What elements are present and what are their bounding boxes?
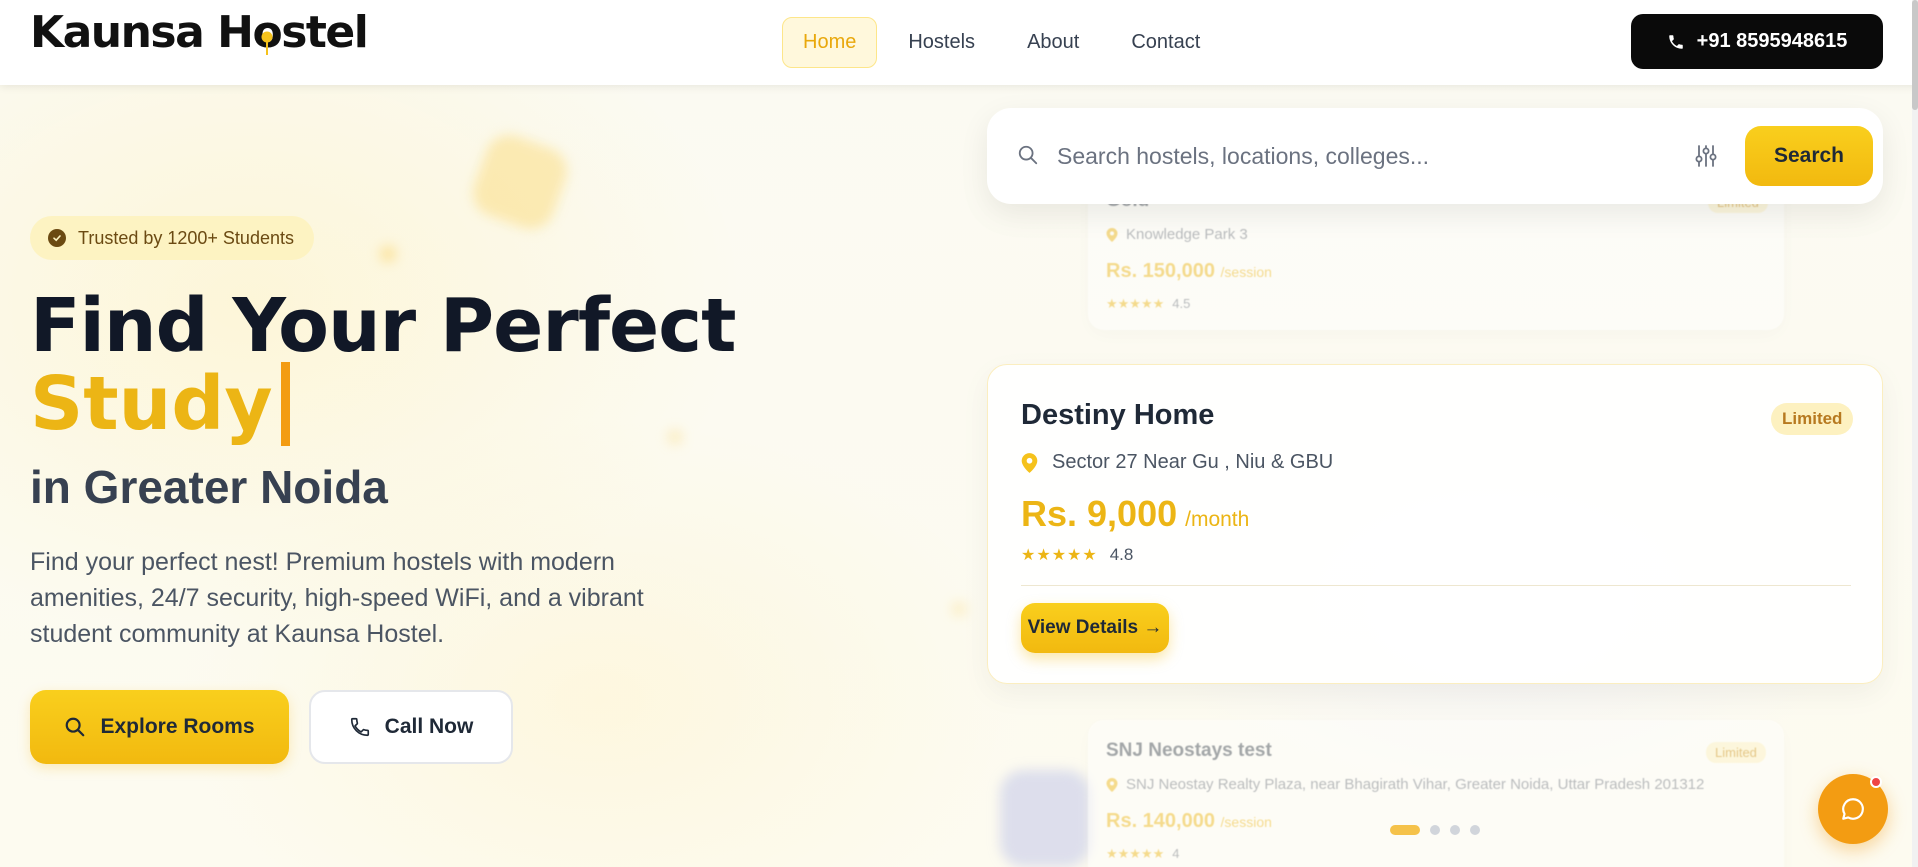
carousel-dot[interactable]: [1430, 825, 1440, 835]
hostel-card-rating-value: 4.8: [1109, 545, 1134, 564]
trust-badge: Trusted by 1200+ Students: [30, 216, 314, 260]
trust-badge-label: Trusted by 1200+ Students: [78, 227, 294, 248]
decorative-blob: [1000, 770, 1090, 867]
chat-button[interactable]: [1818, 774, 1888, 844]
star-icon: ★★★★★: [1021, 547, 1098, 564]
search-input[interactable]: [1057, 132, 1657, 180]
nav-item-contact[interactable]: Contact: [1110, 17, 1221, 68]
explore-rooms-button[interactable]: Explore Rooms: [30, 690, 289, 764]
hero-title: Find Your Perfect: [30, 283, 736, 369]
search-button[interactable]: Search: [1745, 126, 1873, 186]
hostel-card-location-text: Knowledge Park 3: [1126, 226, 1248, 243]
scrollbar-track[interactable]: [1912, 0, 1918, 867]
hostel-card-location: SNJ Neostay Realty Plaza, near Bhagirath…: [1106, 776, 1704, 793]
brand-logo[interactable]: Kaunsa Hostel: [30, 7, 369, 58]
nav-item-home[interactable]: Home: [782, 16, 878, 68]
sliders-icon[interactable]: [1695, 144, 1717, 173]
hostel-card-price: Rs. 150,000 /session: [1106, 260, 1272, 283]
search-icon: [1017, 144, 1039, 171]
hostel-card-price-value: Rs. 140,000: [1106, 810, 1215, 832]
hostel-card-location-text: SNJ Neostay Realty Plaza, near Bhagirath…: [1126, 776, 1705, 793]
nav-item-hostels[interactable]: Hostels: [887, 17, 996, 68]
decorative-blob: [380, 246, 396, 262]
map-pin-icon: [261, 31, 273, 55]
hero-word-text: Study: [30, 361, 273, 447]
carousel-dot[interactable]: [1470, 825, 1480, 835]
explore-rooms-label: Explore Rooms: [100, 715, 255, 738]
status-badge: Limited: [1706, 742, 1766, 763]
card-divider: [1021, 585, 1851, 586]
notification-dot: [1870, 776, 1882, 788]
hostel-card-title: Destiny Home: [1021, 399, 1215, 431]
map-pin-icon: [1021, 452, 1038, 473]
hostel-card-price-value: Rs. 9,000: [1021, 493, 1178, 534]
hostel-card-price-unit: /session: [1220, 264, 1272, 280]
call-now-label: Call Now: [384, 715, 474, 738]
phone-number: +91 8595948615: [1696, 30, 1848, 52]
hostel-card-location: Sector 27 Near Gu , Niu & GBU: [1021, 451, 1333, 474]
logo-o-pin: o: [252, 10, 282, 56]
map-pin-icon: [1106, 227, 1118, 242]
nav-item-about[interactable]: About: [1006, 17, 1100, 68]
logo-text-end: stel: [281, 7, 369, 58]
hostel-card-price-value: Rs. 150,000: [1106, 260, 1215, 282]
hostel-card-rating: ★★★★★ 4: [1106, 846, 1180, 861]
hostel-card-price: Rs. 140,000 /session: [1106, 810, 1272, 833]
hostel-card-location-text: Sector 27 Near Gu , Niu & GBU: [1052, 451, 1334, 473]
search-bar: Search: [987, 108, 1883, 204]
phone-icon: [1668, 34, 1683, 49]
carousel-dots: [1390, 825, 1480, 835]
decorative-blob: [668, 430, 682, 444]
hostel-card-next[interactable]: SNJ Neostays test Limited SNJ Neostay Re…: [1088, 720, 1784, 867]
decorative-blob: [952, 602, 966, 616]
main-nav: Home Hostels About Contact: [782, 16, 1221, 68]
carousel-dot[interactable]: [1390, 825, 1420, 835]
hostel-card-location: Knowledge Park 3: [1106, 226, 1248, 243]
hostel-card-active[interactable]: Destiny Home Limited Sector 27 Near Gu ,…: [987, 364, 1883, 684]
status-badge: Limited: [1771, 403, 1854, 435]
hostel-card-title: SNJ Neostays test: [1106, 740, 1272, 761]
phone-icon: [350, 717, 369, 737]
hero-typed-word: Study: [30, 362, 290, 446]
typing-caret: [280, 362, 290, 446]
check-circle-icon: [48, 229, 66, 247]
hostel-card-price-unit: /month: [1185, 508, 1250, 531]
scrollbar-thumb[interactable]: [1912, 0, 1918, 110]
call-now-button[interactable]: Call Now: [309, 690, 513, 764]
hostel-card-price-unit: /session: [1220, 814, 1272, 830]
hostel-card-price: Rs. 9,000 /month: [1021, 493, 1249, 535]
phone-button[interactable]: +91 8595948615: [1631, 14, 1883, 69]
carousel-dot[interactable]: [1450, 825, 1460, 835]
top-navbar: Kaunsa Hostel Home Hostels About Contact…: [0, 0, 1918, 85]
map-pin-icon: [1106, 777, 1118, 792]
hostel-card-rating-value: 4: [1172, 846, 1180, 861]
hero-subtitle: in Greater Noida: [30, 461, 388, 513]
view-details-button[interactable]: View Details →: [1021, 603, 1169, 653]
hostel-card-rating: ★★★★★ 4.5: [1106, 296, 1191, 311]
logo-text-start: Kaunsa H: [30, 7, 254, 58]
chat-bubble-icon: [1842, 798, 1864, 820]
hostel-card-rating: ★★★★★ 4.8: [1021, 545, 1133, 565]
hero-description: Find your perfect nest! Premium hostels …: [30, 548, 644, 648]
hostel-card-rating-value: 4.5: [1172, 296, 1191, 311]
search-icon: [66, 717, 85, 737]
